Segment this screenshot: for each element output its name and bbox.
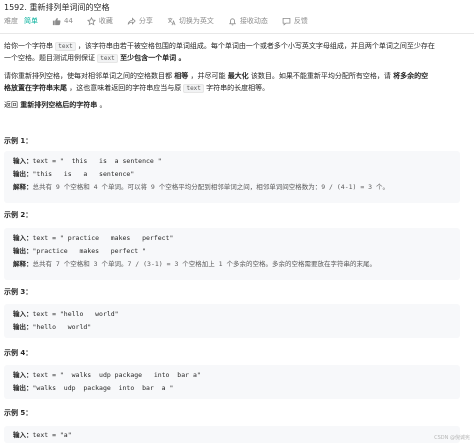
- example-2-box: 输入：text = " practice makes perfect" 输出："…: [4, 228, 460, 280]
- example-1-input: 输入：text = " this is a sentence ": [13, 157, 162, 165]
- feedback-label: 反馈: [293, 17, 308, 25]
- thumbs-up-icon: [52, 17, 61, 25]
- description-paragraph-2-line-1: 请你重新排列空格，使每对相邻单词之间的空格数目都 相等 ，并尽可能 最大化 该数…: [4, 72, 429, 80]
- example-4-input: 输入：text = " walks udp package into bar a…: [13, 371, 201, 379]
- like-button[interactable]: 44: [52, 17, 73, 26]
- example-1-explanation: 解释：总共有 9 个空格和 4 个单词。可以将 9 个空格平均分配到相邻单词之间…: [13, 183, 390, 191]
- example-1-output: 输出："this is a sentence": [13, 170, 135, 178]
- description-paragraph-1-line-1: 给你一个字符串 text ，该字符串由若干被空格包围的单词组成。每个单词由一个或…: [4, 42, 435, 51]
- star-icon: [86, 16, 96, 25]
- example-2-output: 输出："practice makes perfect ": [13, 247, 146, 255]
- translate-icon: [167, 17, 176, 25]
- example-2-heading: 示例 2：: [4, 211, 33, 219]
- difficulty-label: 难度: [4, 17, 18, 25]
- example-1-heading: 示例 1：: [4, 137, 33, 145]
- notify-label: 接收动态: [239, 17, 268, 25]
- problem-title: 1592. 重新排列单词间的空格: [4, 3, 110, 12]
- bell-icon: [228, 17, 236, 25]
- example-5-input: 输入：text = "a": [13, 431, 72, 439]
- example-4-output: 输出："walks udp package into bar a ": [13, 384, 174, 392]
- notify-button[interactable]: 接收动态: [228, 16, 268, 26]
- inline-code: text: [55, 42, 76, 51]
- share-label: 分享: [138, 17, 153, 25]
- favorite-button[interactable]: 收藏: [86, 16, 113, 26]
- example-5-box: 输入：text = "a": [4, 426, 460, 443]
- switch-language-button[interactable]: 切换为英文: [167, 16, 214, 26]
- problem-meta-bar: 难度 简单 44 收藏 分享 切换为英文 接收动态 反馈: [4, 15, 322, 27]
- example-2-input: 输入：text = " practice makes perfect": [13, 234, 174, 242]
- example-1-box: 输入：text = " this is a sentence " 输出："thi…: [4, 151, 460, 203]
- example-4-box: 输入：text = " walks udp package into bar a…: [4, 365, 460, 399]
- example-3-box: 输入：text = "hello world" 输出："hello world": [4, 304, 460, 338]
- description-paragraph-1-line-2: 一个空格。题目测试用例保证 text 至少包含一个单词 。: [4, 54, 186, 63]
- example-2-explanation: 解释：总共有 7 个空格和 3 个单词。7 / (3-1) = 3 个空格加上 …: [13, 260, 377, 268]
- share-button[interactable]: 分享: [127, 16, 153, 26]
- example-3-input: 输入：text = "hello world": [13, 310, 119, 318]
- feedback-button[interactable]: 反馈: [282, 16, 308, 26]
- header-divider: [0, 33, 474, 34]
- example-3-heading: 示例 3：: [4, 288, 33, 296]
- inline-code: text: [97, 54, 118, 63]
- description-paragraph-2-line-2: 格放置在字符串末尾 ，这也意味着返回的字符串应当与原 text 字符串的长度相等…: [4, 84, 270, 93]
- example-5-heading: 示例 5：: [4, 409, 33, 417]
- feedback-icon: [282, 17, 291, 26]
- favorite-label: 收藏: [98, 17, 113, 25]
- description-paragraph-3: 返回 重新排列空格后的字符串 。: [4, 101, 107, 109]
- switch-language-label: 切换为英文: [178, 17, 214, 25]
- problem-page: 1592. 重新排列单词间的空格 难度 简单 44 收藏 分享 切换为英文 接收…: [0, 0, 474, 443]
- like-count: 44: [64, 17, 73, 25]
- watermark: CSDN @倪诚宪: [434, 435, 470, 441]
- inline-code: text: [183, 84, 204, 93]
- difficulty-badge: 简单: [24, 17, 38, 25]
- share-icon: [127, 16, 136, 25]
- example-3-output: 输出："hello world": [13, 323, 92, 331]
- example-4-heading: 示例 4：: [4, 349, 33, 357]
